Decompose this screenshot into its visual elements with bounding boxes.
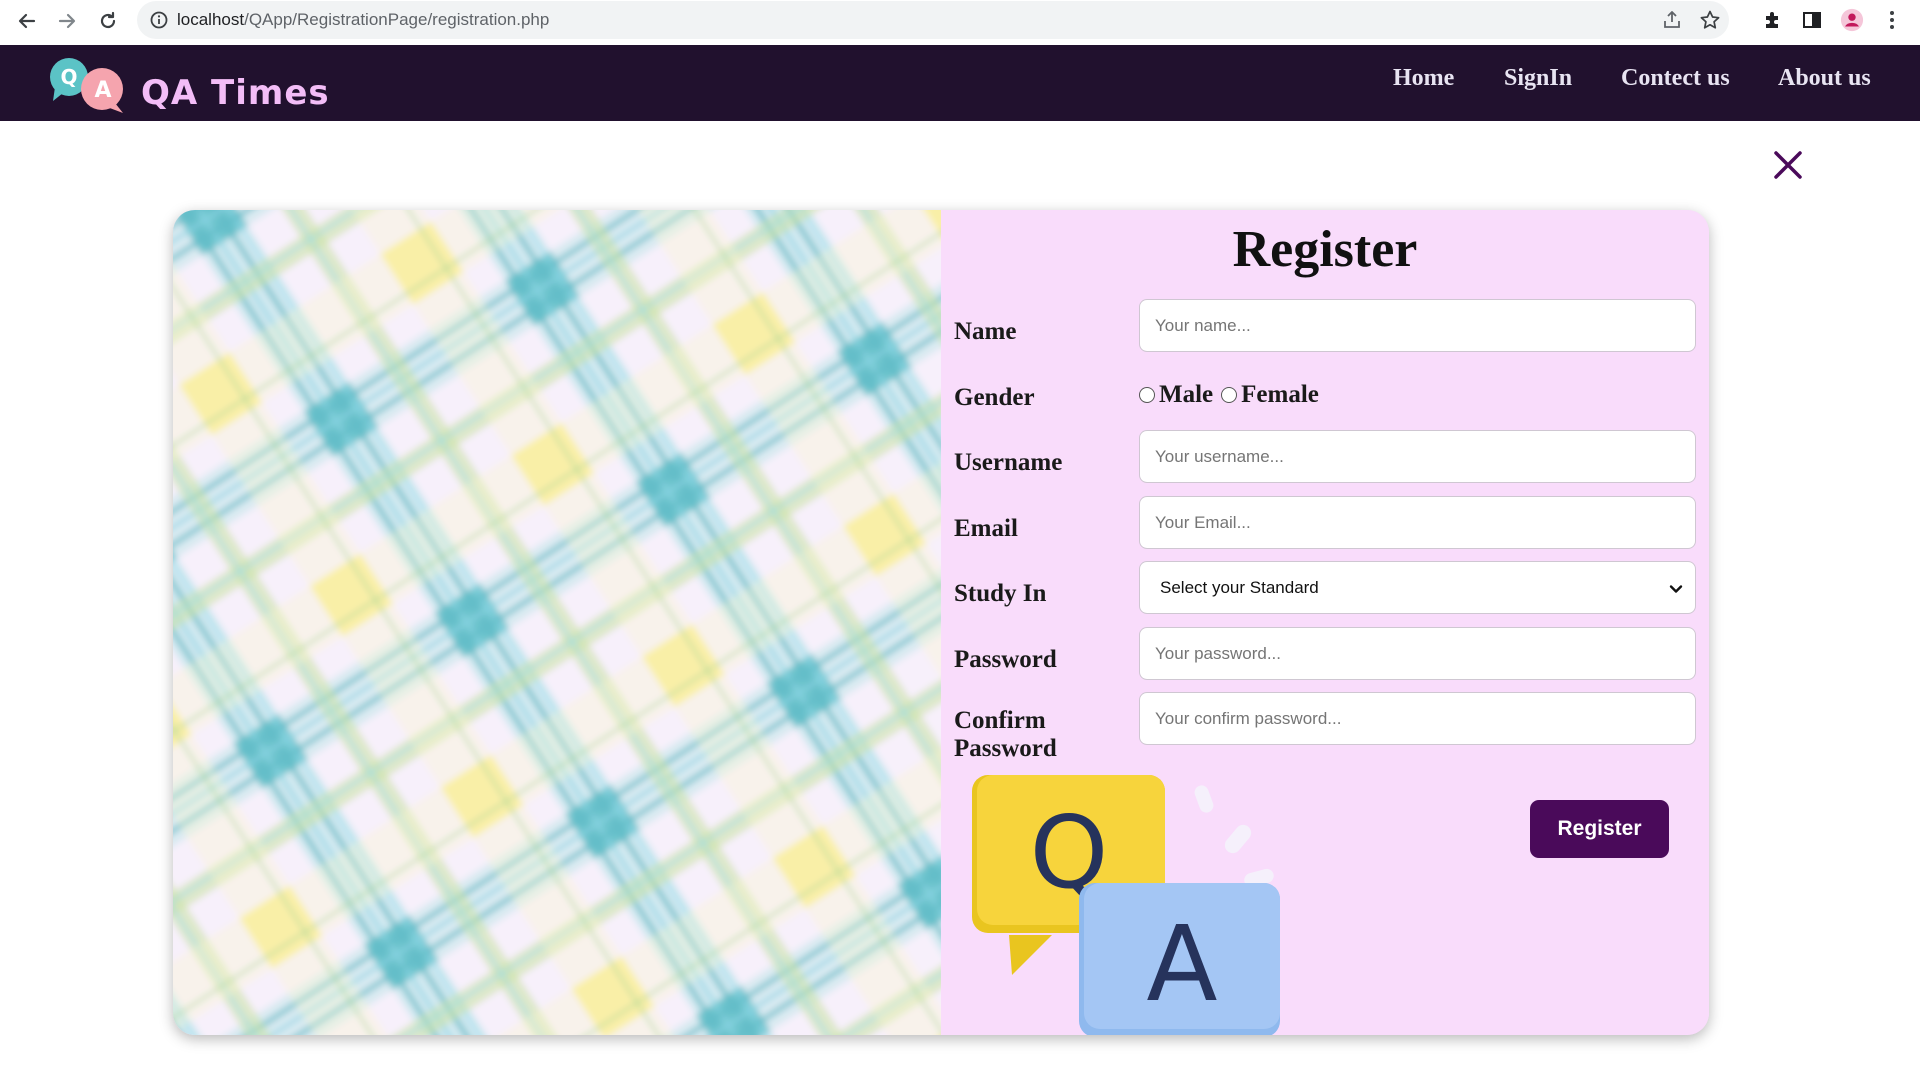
register-form: Register Name Gender Male Female Usernam… [941, 210, 1709, 1035]
register-title: Register [1232, 221, 1418, 278]
forward-arrow-icon[interactable] [52, 6, 82, 36]
profile-icon[interactable] [1840, 8, 1864, 32]
bookmark-star-icon[interactable] [1699, 9, 1721, 31]
confirm-password-input[interactable] [1139, 692, 1696, 745]
site-header: Q A QA Times Home SignIn Contect us Abou… [0, 45, 1920, 121]
logo-letter-a: A [94, 78, 111, 103]
gender-label: Gender [954, 384, 1035, 411]
password-input[interactable] [1139, 627, 1696, 680]
radio-male-label[interactable]: Male [1159, 381, 1213, 409]
study-in-label: Study In [954, 580, 1047, 607]
email-input[interactable] [1139, 496, 1696, 549]
qa-logo-icon[interactable]: Q A [49, 57, 127, 115]
name-label: Name [954, 318, 1017, 345]
register-button[interactable]: Register [1530, 800, 1669, 858]
side-panel-icon[interactable] [1800, 8, 1824, 32]
name-input[interactable] [1139, 299, 1696, 352]
nav-home[interactable]: Home [1393, 65, 1454, 92]
username-label: Username [954, 449, 1063, 476]
browser-toolbar: localhost/QApp/RegistrationPage/registra… [0, 0, 1920, 45]
chevron-down-icon [1669, 581, 1683, 595]
study-select-value: Select your Standard [1160, 578, 1319, 597]
site-title[interactable]: QA Times [141, 73, 330, 113]
close-icon[interactable] [1772, 149, 1804, 181]
confirm-label-line2: Password [954, 735, 1057, 762]
gender-radio-group: Male Female [1139, 380, 1327, 410]
radio-female[interactable] [1221, 387, 1238, 403]
username-input[interactable] [1139, 430, 1696, 483]
study-standard-select[interactable]: Select your Standard [1139, 561, 1696, 614]
reload-icon[interactable] [93, 6, 123, 36]
back-arrow-icon[interactable] [12, 6, 42, 36]
extensions-puzzle-icon[interactable] [1761, 8, 1785, 32]
radio-male[interactable] [1139, 387, 1155, 403]
plaid-background-image [173, 210, 941, 1035]
illustration-letter-a: A [1146, 903, 1217, 1025]
kebab-menu-icon[interactable] [1880, 8, 1904, 32]
url-host: localhost [177, 10, 245, 29]
confirm-label-line1: Confirm [954, 707, 1046, 734]
radio-female-label[interactable]: Female [1241, 381, 1319, 409]
confirm-password-label: Confirm Password [954, 707, 1057, 763]
email-label: Email [954, 515, 1018, 542]
qa-chat-bubbles-illustration: Q A [972, 775, 1302, 1035]
password-label: Password [954, 646, 1057, 673]
url-path: /QApp/RegistrationPage/registration.php [244, 10, 550, 29]
url-text[interactable]: localhost/QApp/RegistrationPage/registra… [177, 10, 549, 30]
registration-card: Register Name Gender Male Female Usernam… [173, 210, 1709, 1035]
site-info-icon[interactable] [149, 10, 169, 30]
nav-contact-us[interactable]: Contect us [1621, 65, 1730, 92]
nav-signin[interactable]: SignIn [1504, 65, 1572, 92]
logo-letter-q: Q [60, 65, 77, 89]
share-icon[interactable] [1661, 9, 1683, 31]
nav-about-us[interactable]: About us [1778, 65, 1871, 92]
address-bar[interactable]: localhost/QApp/RegistrationPage/registra… [137, 1, 1729, 39]
